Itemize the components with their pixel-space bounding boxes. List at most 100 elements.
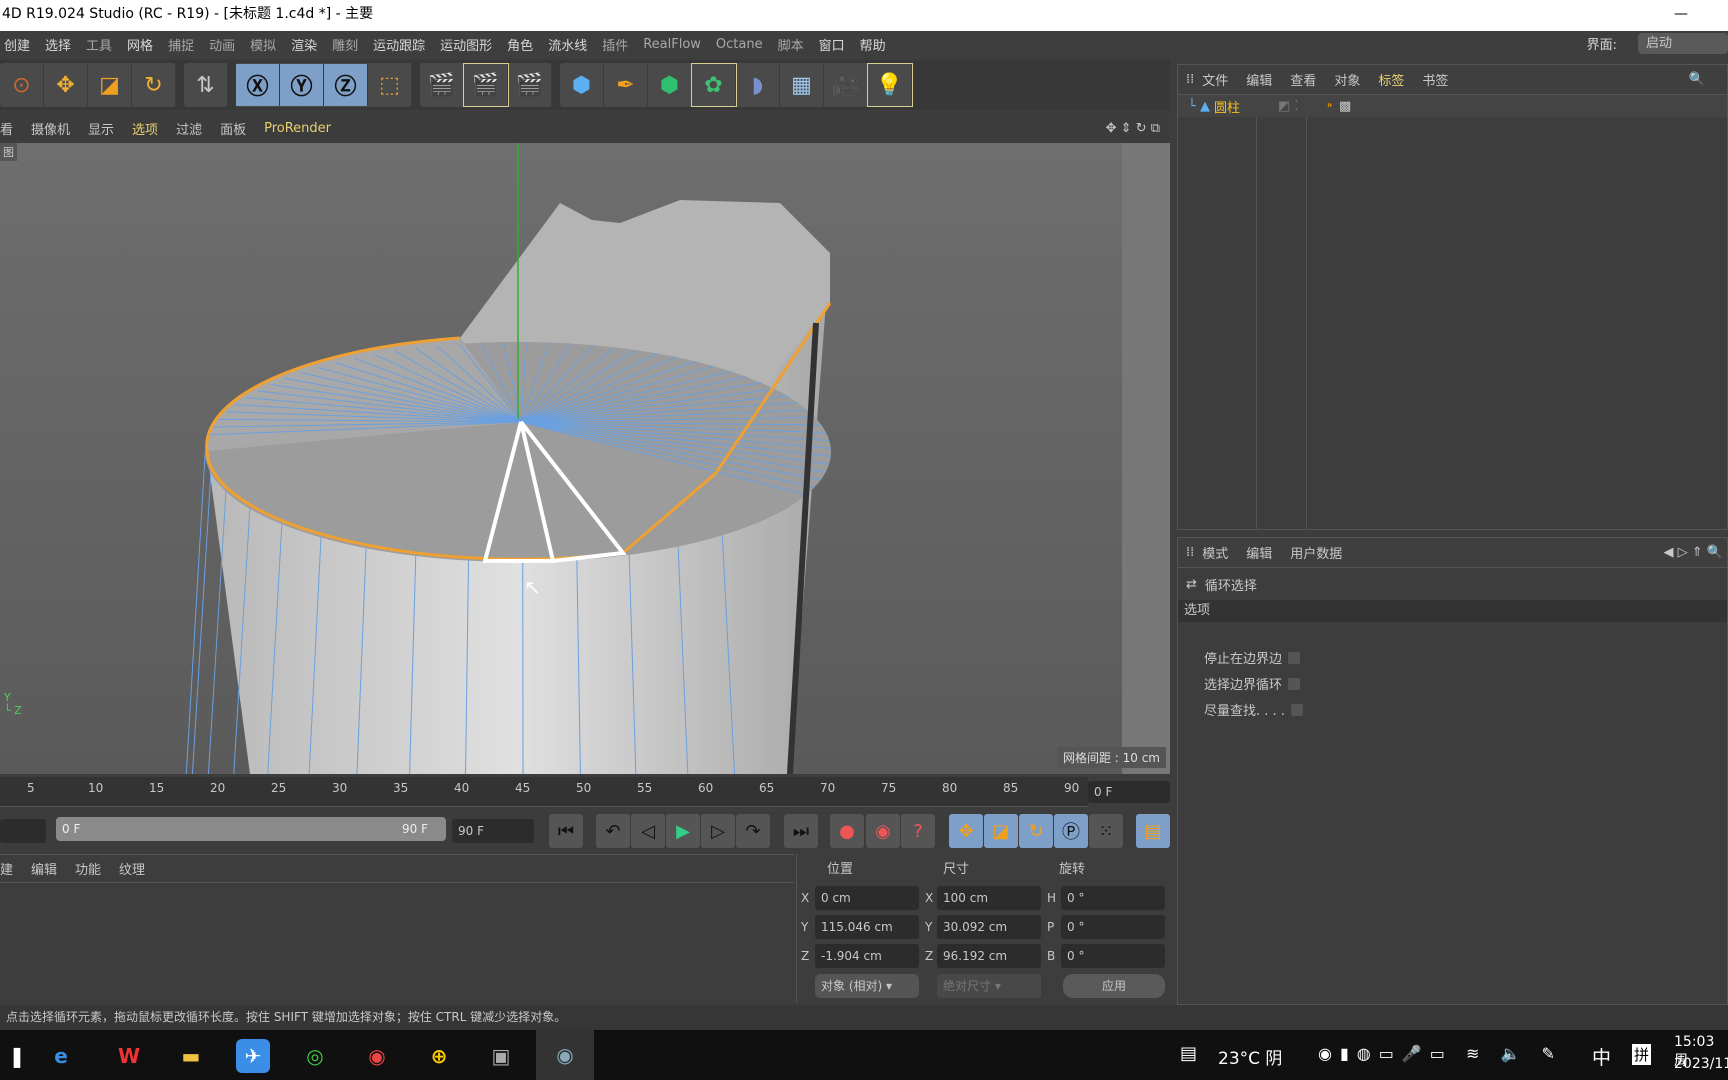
wps-icon[interactable]: W (112, 1039, 146, 1073)
news-icon[interactable]: ▤ (1180, 1043, 1197, 1064)
menu-plugins[interactable]: 插件 (602, 35, 628, 54)
menu-pipeline[interactable]: 流水线 (548, 35, 587, 54)
vp-menu-filter[interactable]: 过滤 (176, 119, 202, 138)
previous-frame-icon[interactable]: ◁ (631, 814, 665, 848)
frame-range-slider[interactable]: 0 F 90 F (56, 817, 446, 841)
menu-snap[interactable]: 捕捉 (168, 35, 194, 54)
timeline-ruler[interactable]: 5 10 15 20 25 30 35 40 45 50 55 60 65 70 75 80 85 90 (0, 777, 1088, 807)
size-field-x[interactable]: 100 cm (937, 886, 1041, 910)
live-select-icon[interactable]: ⊙ (0, 64, 44, 106)
keyframe-selection-icon[interactable]: ? (901, 814, 935, 848)
next-frame-icon[interactable]: ▷ (701, 814, 735, 848)
vp-menu-camera[interactable]: 摄像机 (31, 119, 70, 138)
position-field-x[interactable]: 0 cm (815, 886, 919, 910)
size-field-z[interactable]: 96.192 cm (937, 944, 1041, 968)
om-menu-bookmarks[interactable]: 书签 (1422, 70, 1448, 89)
menu-sculpt[interactable]: 雕刻 (332, 35, 358, 54)
visibility-icon[interactable]: ◩ ⁚ (1278, 99, 1299, 114)
cinema4d-taskbar-icon[interactable]: ◉ (536, 1030, 594, 1080)
mat-menu-edit[interactable]: 编辑 (31, 859, 57, 878)
vp-menu-panel[interactable]: 面板 (220, 119, 246, 138)
subdivision-icon[interactable]: ⬢ (648, 64, 692, 106)
end-frame-field[interactable]: 90 F (452, 819, 534, 843)
menu-select[interactable]: 选择 (45, 35, 71, 54)
key-position-icon[interactable]: ✥ (949, 814, 983, 848)
search-icon[interactable]: 🔍 (1689, 72, 1705, 87)
cube-icon[interactable]: ⬢ (560, 64, 604, 106)
cloner-icon[interactable]: ✿ (691, 63, 737, 107)
menu-octane[interactable]: Octane (716, 37, 763, 52)
coordinate-mode-dropdown[interactable]: 对象 (相对) ▾ (815, 974, 919, 998)
floor-icon[interactable]: ▦ (780, 64, 824, 106)
menu-tools[interactable]: 工具 (86, 35, 112, 54)
key-pla-icon[interactable]: ⁙ (1089, 814, 1123, 848)
feishu-icon[interactable]: ✈ (236, 1039, 270, 1073)
phong-tag-icon[interactable]: ⁍ (1327, 99, 1334, 114)
am-menu-mode[interactable]: 模式 (1202, 543, 1228, 562)
option-checkbox[interactable] (1290, 703, 1303, 716)
menu-simulate[interactable]: 模拟 (250, 35, 276, 54)
back-forward-search-icons[interactable]: ◀ ▷ ⇑ 🔍 (1664, 545, 1723, 560)
menu-script[interactable]: 脚本 (778, 35, 804, 54)
mat-menu-texture[interactable]: 纹理 (119, 859, 145, 878)
apply-button[interactable]: 应用 (1063, 974, 1165, 998)
rotation-field-z[interactable]: 0 ° (1061, 944, 1165, 968)
chrome-icon[interactable]: ◉ (360, 1039, 394, 1073)
menu-character[interactable]: 角色 (507, 35, 533, 54)
next-key-icon[interactable]: ↷ (736, 814, 770, 848)
deformer-icon[interactable]: ◗ (736, 64, 780, 106)
coordinate-system-icon[interactable]: ⬚ (368, 64, 412, 106)
om-menu-edit[interactable]: 编辑 (1246, 70, 1272, 89)
om-menu-file[interactable]: 文件 (1202, 70, 1228, 89)
menu-window[interactable]: 窗口 (819, 35, 845, 54)
menu-render[interactable]: 渲染 (291, 35, 317, 54)
light-icon[interactable]: 💡 (867, 63, 913, 107)
position-field-z[interactable]: -1.904 cm (815, 944, 919, 968)
am-menu-edit[interactable]: 编辑 (1246, 543, 1272, 562)
key-scale-icon[interactable]: ◪ (984, 814, 1018, 848)
camera-icon[interactable]: 🎥 (824, 64, 868, 106)
vp-menu-display[interactable]: 显示 (88, 119, 114, 138)
browser-360-icon[interactable]: ◎ (298, 1039, 332, 1073)
rotation-field-y[interactable]: 0 ° (1061, 915, 1165, 939)
render-view-icon[interactable]: 🎬 (420, 64, 464, 106)
mat-menu-function[interactable]: 功能 (75, 859, 101, 878)
y-axis-icon[interactable]: Ⓨ (280, 64, 324, 106)
autokey-icon[interactable]: ◉ (866, 814, 900, 848)
go-to-end-icon[interactable]: ⏭ (784, 814, 818, 848)
option-checkbox[interactable] (1288, 651, 1301, 664)
key-rotation-icon[interactable]: ↻ (1019, 814, 1053, 848)
3d-viewport[interactable]: 图 ↖ Y └ Z 网格间距 : 10 cm (0, 143, 1170, 774)
start-frame-field[interactable] (0, 819, 46, 843)
move-icon[interactable]: ✥ (44, 64, 88, 106)
ie-icon[interactable]: e (44, 1039, 78, 1073)
rotation-field-x[interactable]: 0 ° (1061, 886, 1165, 910)
menu-motion-tracking[interactable]: 运动跟踪 (373, 35, 425, 54)
menu-help[interactable]: 帮助 (860, 35, 886, 54)
object-row-cylinder[interactable]: └ ▲ 圆柱 ◩ ⁚ ⁍ ▩ (1178, 95, 1727, 117)
clock-date[interactable]: 2023/11 (1674, 1056, 1728, 1072)
convert-icon[interactable]: ⇅ (184, 64, 228, 106)
viewport-nav-icons[interactable]: ✥ ⇕ ↻ ⧉ (1106, 121, 1160, 136)
ime-mode[interactable]: 拼 (1632, 1044, 1652, 1065)
scale-icon[interactable]: ◪ (88, 64, 132, 106)
option-checkbox[interactable] (1288, 677, 1301, 690)
mat-menu-create[interactable]: 建 (0, 859, 13, 878)
key-parameter-icon[interactable]: Ⓟ (1054, 814, 1088, 848)
z-axis-icon[interactable]: Ⓩ (324, 64, 368, 106)
render-picture-viewer-icon[interactable]: 🎬 (463, 63, 509, 107)
weather[interactable]: 23°C 阴 (1218, 1044, 1282, 1069)
go-to-start-icon[interactable]: ⏮ (549, 814, 583, 848)
play-icon[interactable]: ▶ (666, 814, 700, 848)
file-explorer-icon[interactable]: ▬ (174, 1039, 208, 1073)
size-field-y[interactable]: 30.092 cm (937, 915, 1041, 939)
om-menu-view[interactable]: 查看 (1290, 70, 1316, 89)
size-mode-dropdown[interactable]: 绝对尺寸 ▾ (937, 974, 1041, 998)
menu-mograph[interactable]: 运动图形 (440, 35, 492, 54)
minimize-button[interactable]: — (1674, 0, 1688, 29)
tray-icons[interactable]: ◉▮◍▭🎤▭ ≋ 🔈 ✎ (1318, 1044, 1563, 1063)
previous-key-icon[interactable]: ↶ (596, 814, 630, 848)
rotate-icon[interactable]: ↻ (132, 64, 176, 106)
start-icon[interactable]: ❚ (0, 1039, 34, 1073)
menu-mesh[interactable]: 网格 (127, 35, 153, 54)
